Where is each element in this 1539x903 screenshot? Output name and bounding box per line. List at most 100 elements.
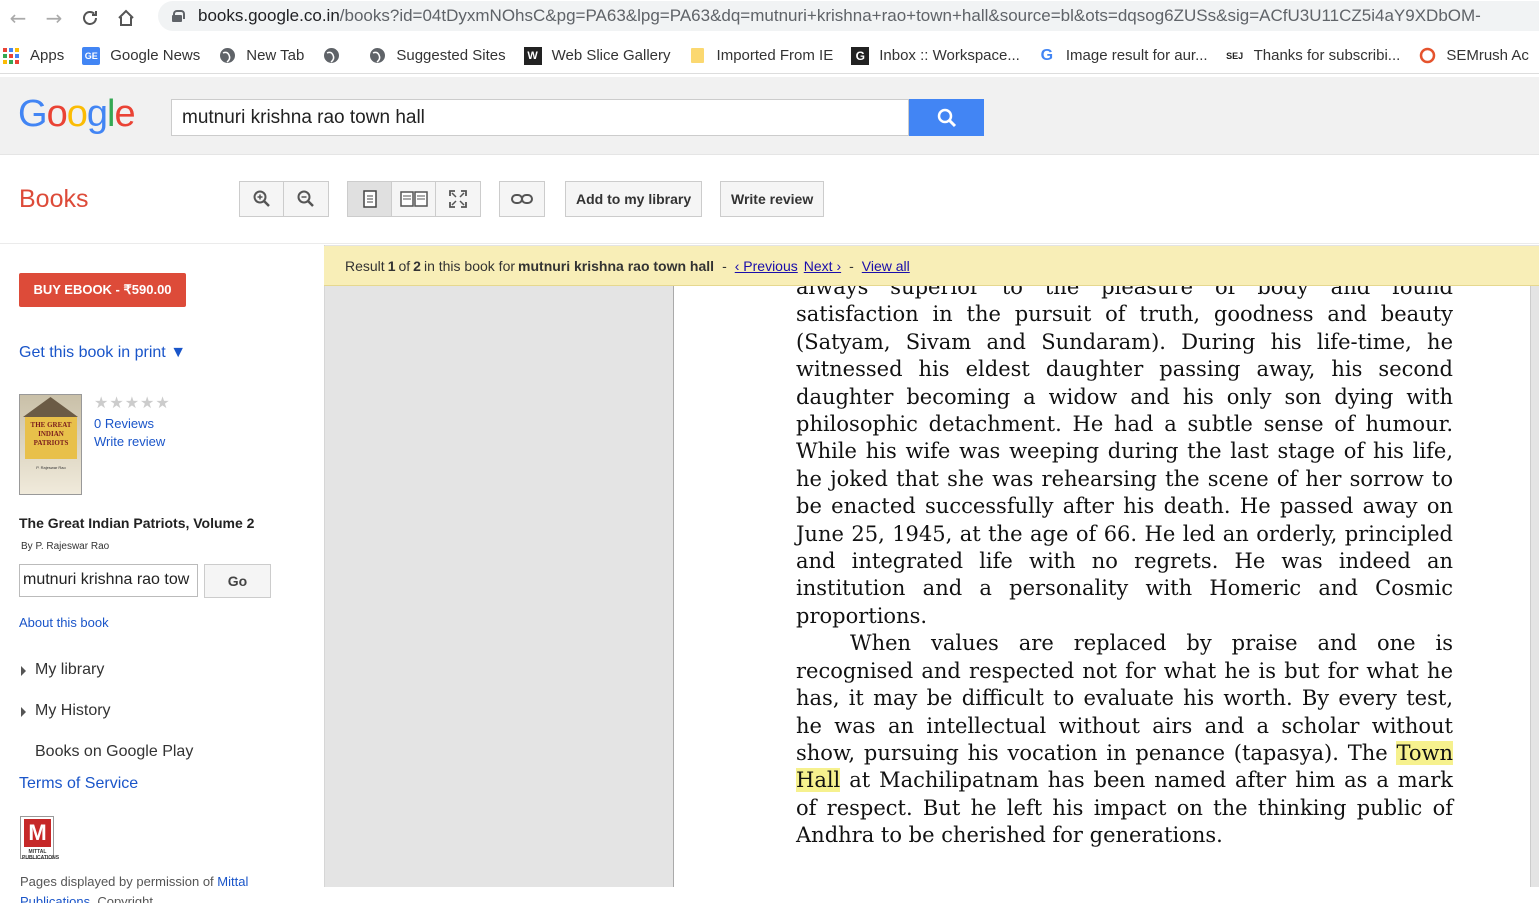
paragraph-text: at Machilipatnam has been named after hi… bbox=[796, 768, 1453, 848]
cover-title: THE GREAT INDIAN PATRIOTS bbox=[25, 417, 77, 459]
book-cover[interactable]: THE GREAT INDIAN PATRIOTS P. Rajeswar Ra… bbox=[19, 394, 82, 495]
in-book-search-input[interactable]: mutnuri krishna rao tow bbox=[19, 564, 198, 597]
bookmark-label: New Tab bbox=[246, 47, 305, 64]
bookmark-globe[interactable] bbox=[322, 47, 350, 65]
bookmark-semrush[interactable]: SEMrush Ac bbox=[1418, 47, 1529, 65]
google-g-icon: G bbox=[1040, 46, 1054, 64]
add-to-library-button[interactable]: Add to my library bbox=[565, 181, 703, 217]
cover-art bbox=[23, 397, 78, 417]
two-page-icon bbox=[399, 191, 428, 207]
bookmark-web-slice[interactable]: W Web Slice Gallery bbox=[523, 46, 671, 65]
view-all-link[interactable]: View all bbox=[862, 258, 910, 274]
single-page-button[interactable] bbox=[348, 182, 392, 216]
browser-toolbar: ← → books.google.co.in/books?id=04tDyxmN… bbox=[0, 0, 1539, 36]
url-bar[interactable]: books.google.co.in/books?id=04tDyxmNOhsC… bbox=[158, 1, 1539, 31]
forward-arrow-icon[interactable]: → bbox=[36, 3, 72, 33]
link-group bbox=[499, 181, 545, 217]
bookmark-label: Thanks for subscribi... bbox=[1253, 47, 1401, 64]
home-icon[interactable] bbox=[108, 3, 144, 33]
get-in-print-link[interactable]: Get this book in print ▼ bbox=[19, 344, 186, 362]
bookmark-label: Google News bbox=[110, 47, 201, 64]
fullscreen-button[interactable] bbox=[436, 182, 480, 216]
bookmarks-bar: Apps GE Google News New Tab Suggested Si… bbox=[0, 38, 1539, 74]
about-book-link[interactable]: About this book bbox=[19, 615, 109, 630]
google-news-icon: GE bbox=[82, 46, 101, 65]
of-label: of bbox=[398, 257, 411, 274]
page-paragraph: satisfaction in the pursuit of truth, go… bbox=[796, 302, 1453, 628]
page-paragraph: When values are replaced by praise and o… bbox=[796, 630, 1453, 849]
web-slice-icon: W bbox=[523, 46, 542, 65]
expand-triangle-icon[interactable] bbox=[21, 666, 26, 676]
back-arrow-icon[interactable]: ← bbox=[0, 3, 36, 33]
next-link[interactable]: Next › bbox=[804, 258, 841, 274]
in-book-label: in this book for bbox=[423, 257, 516, 274]
bookmark-apps[interactable]: Apps bbox=[2, 47, 64, 65]
publisher-logo-text: MITTAL PUBLICATIONS bbox=[22, 849, 60, 861]
bookmark-inbox[interactable]: G Inbox :: Workspace... bbox=[851, 46, 1020, 65]
my-history-link[interactable]: My History bbox=[35, 702, 111, 720]
write-review-button[interactable]: Write review bbox=[720, 181, 825, 217]
two-page-button[interactable] bbox=[392, 182, 436, 216]
bookmark-google-news[interactable]: GE Google News bbox=[82, 46, 201, 65]
zoom-out-button[interactable] bbox=[284, 182, 328, 216]
divider bbox=[0, 243, 1539, 244]
lock-icon bbox=[172, 10, 185, 22]
page-text: always superior to the pleasure of body … bbox=[796, 286, 1453, 850]
bookmark-imported-ie[interactable]: Imported From IE bbox=[689, 47, 834, 65]
bookmark-label: Apps bbox=[30, 47, 65, 64]
link-button[interactable] bbox=[500, 182, 544, 216]
book-author: By P. Rajeswar Rao bbox=[21, 541, 110, 552]
globe-icon bbox=[368, 47, 386, 65]
semrush-icon bbox=[1418, 47, 1436, 65]
url-host: books.google.co.in bbox=[198, 6, 340, 25]
books-title[interactable]: Books bbox=[19, 185, 88, 214]
reviews-link[interactable]: 0 Reviews bbox=[94, 416, 154, 431]
sej-icon: SEJ bbox=[1226, 50, 1244, 61]
bookmark-label: Web Slice Gallery bbox=[551, 47, 671, 64]
book-title: The Great Indian Patriots, Volume 2 bbox=[19, 515, 255, 531]
separator: - bbox=[722, 257, 727, 274]
zoom-out-icon bbox=[297, 190, 314, 207]
result-total: 2 bbox=[413, 257, 421, 274]
result-number: 1 bbox=[387, 257, 396, 274]
apps-grid-icon bbox=[2, 47, 20, 65]
g-square-icon: G bbox=[851, 46, 870, 65]
reload-icon[interactable] bbox=[72, 3, 108, 33]
bookmark-label: Imported From IE bbox=[716, 47, 834, 64]
search-icon bbox=[937, 108, 956, 127]
terms-of-service-link[interactable]: Terms of Service bbox=[19, 775, 138, 793]
go-button[interactable]: Go bbox=[204, 564, 271, 598]
google-logo[interactable]: Google bbox=[18, 93, 136, 136]
publisher-logo-letter: M bbox=[24, 819, 51, 847]
bookmark-thanks[interactable]: SEJ Thanks for subscribi... bbox=[1226, 47, 1401, 65]
zoom-in-button[interactable] bbox=[240, 182, 284, 216]
folder-icon bbox=[689, 47, 707, 65]
globe-icon bbox=[322, 47, 340, 65]
book-page: always superior to the pleasure of body … bbox=[673, 286, 1531, 887]
bookmark-image-result[interactable]: G Image result for aur... bbox=[1038, 47, 1208, 65]
globe-icon bbox=[218, 47, 236, 65]
search-input[interactable]: mutnuri krishna rao town hall bbox=[171, 99, 909, 136]
link-icon bbox=[511, 194, 533, 204]
expand-triangle-icon[interactable] bbox=[21, 707, 26, 717]
url-path: /books?id=04tDyxmNOhsC&pg=PA63&lpg=PA63&… bbox=[339, 6, 1481, 25]
fullscreen-icon bbox=[449, 190, 467, 208]
zoom-in-icon bbox=[253, 190, 270, 207]
books-google-play-link[interactable]: Books on Google Play bbox=[35, 743, 193, 761]
buy-ebook-button[interactable]: BUY EBOOK - ₹590.00 bbox=[19, 273, 186, 307]
my-library-link[interactable]: My library bbox=[35, 661, 104, 679]
publisher-logo[interactable]: M MITTAL PUBLICATIONS bbox=[20, 816, 60, 861]
bookmark-label: Inbox :: Workspace... bbox=[879, 47, 1020, 64]
separator: - bbox=[849, 257, 854, 274]
view-mode-group bbox=[347, 181, 481, 217]
search-button[interactable] bbox=[909, 99, 984, 136]
single-page-icon bbox=[362, 190, 377, 208]
search-result-bar: Result 1 of 2 in this book for mutnuri k… bbox=[324, 246, 1539, 286]
bookmark-new-tab[interactable]: New Tab bbox=[218, 47, 304, 65]
bookmark-suggested-sites[interactable]: Suggested Sites bbox=[368, 47, 506, 65]
zoom-group bbox=[239, 181, 329, 217]
write-review-link[interactable]: Write review bbox=[94, 434, 165, 449]
previous-link[interactable]: ‹ Previous bbox=[735, 258, 798, 274]
permission-text: Pages displayed by permission of Mittal … bbox=[20, 872, 310, 903]
result-label: Result bbox=[345, 257, 385, 274]
